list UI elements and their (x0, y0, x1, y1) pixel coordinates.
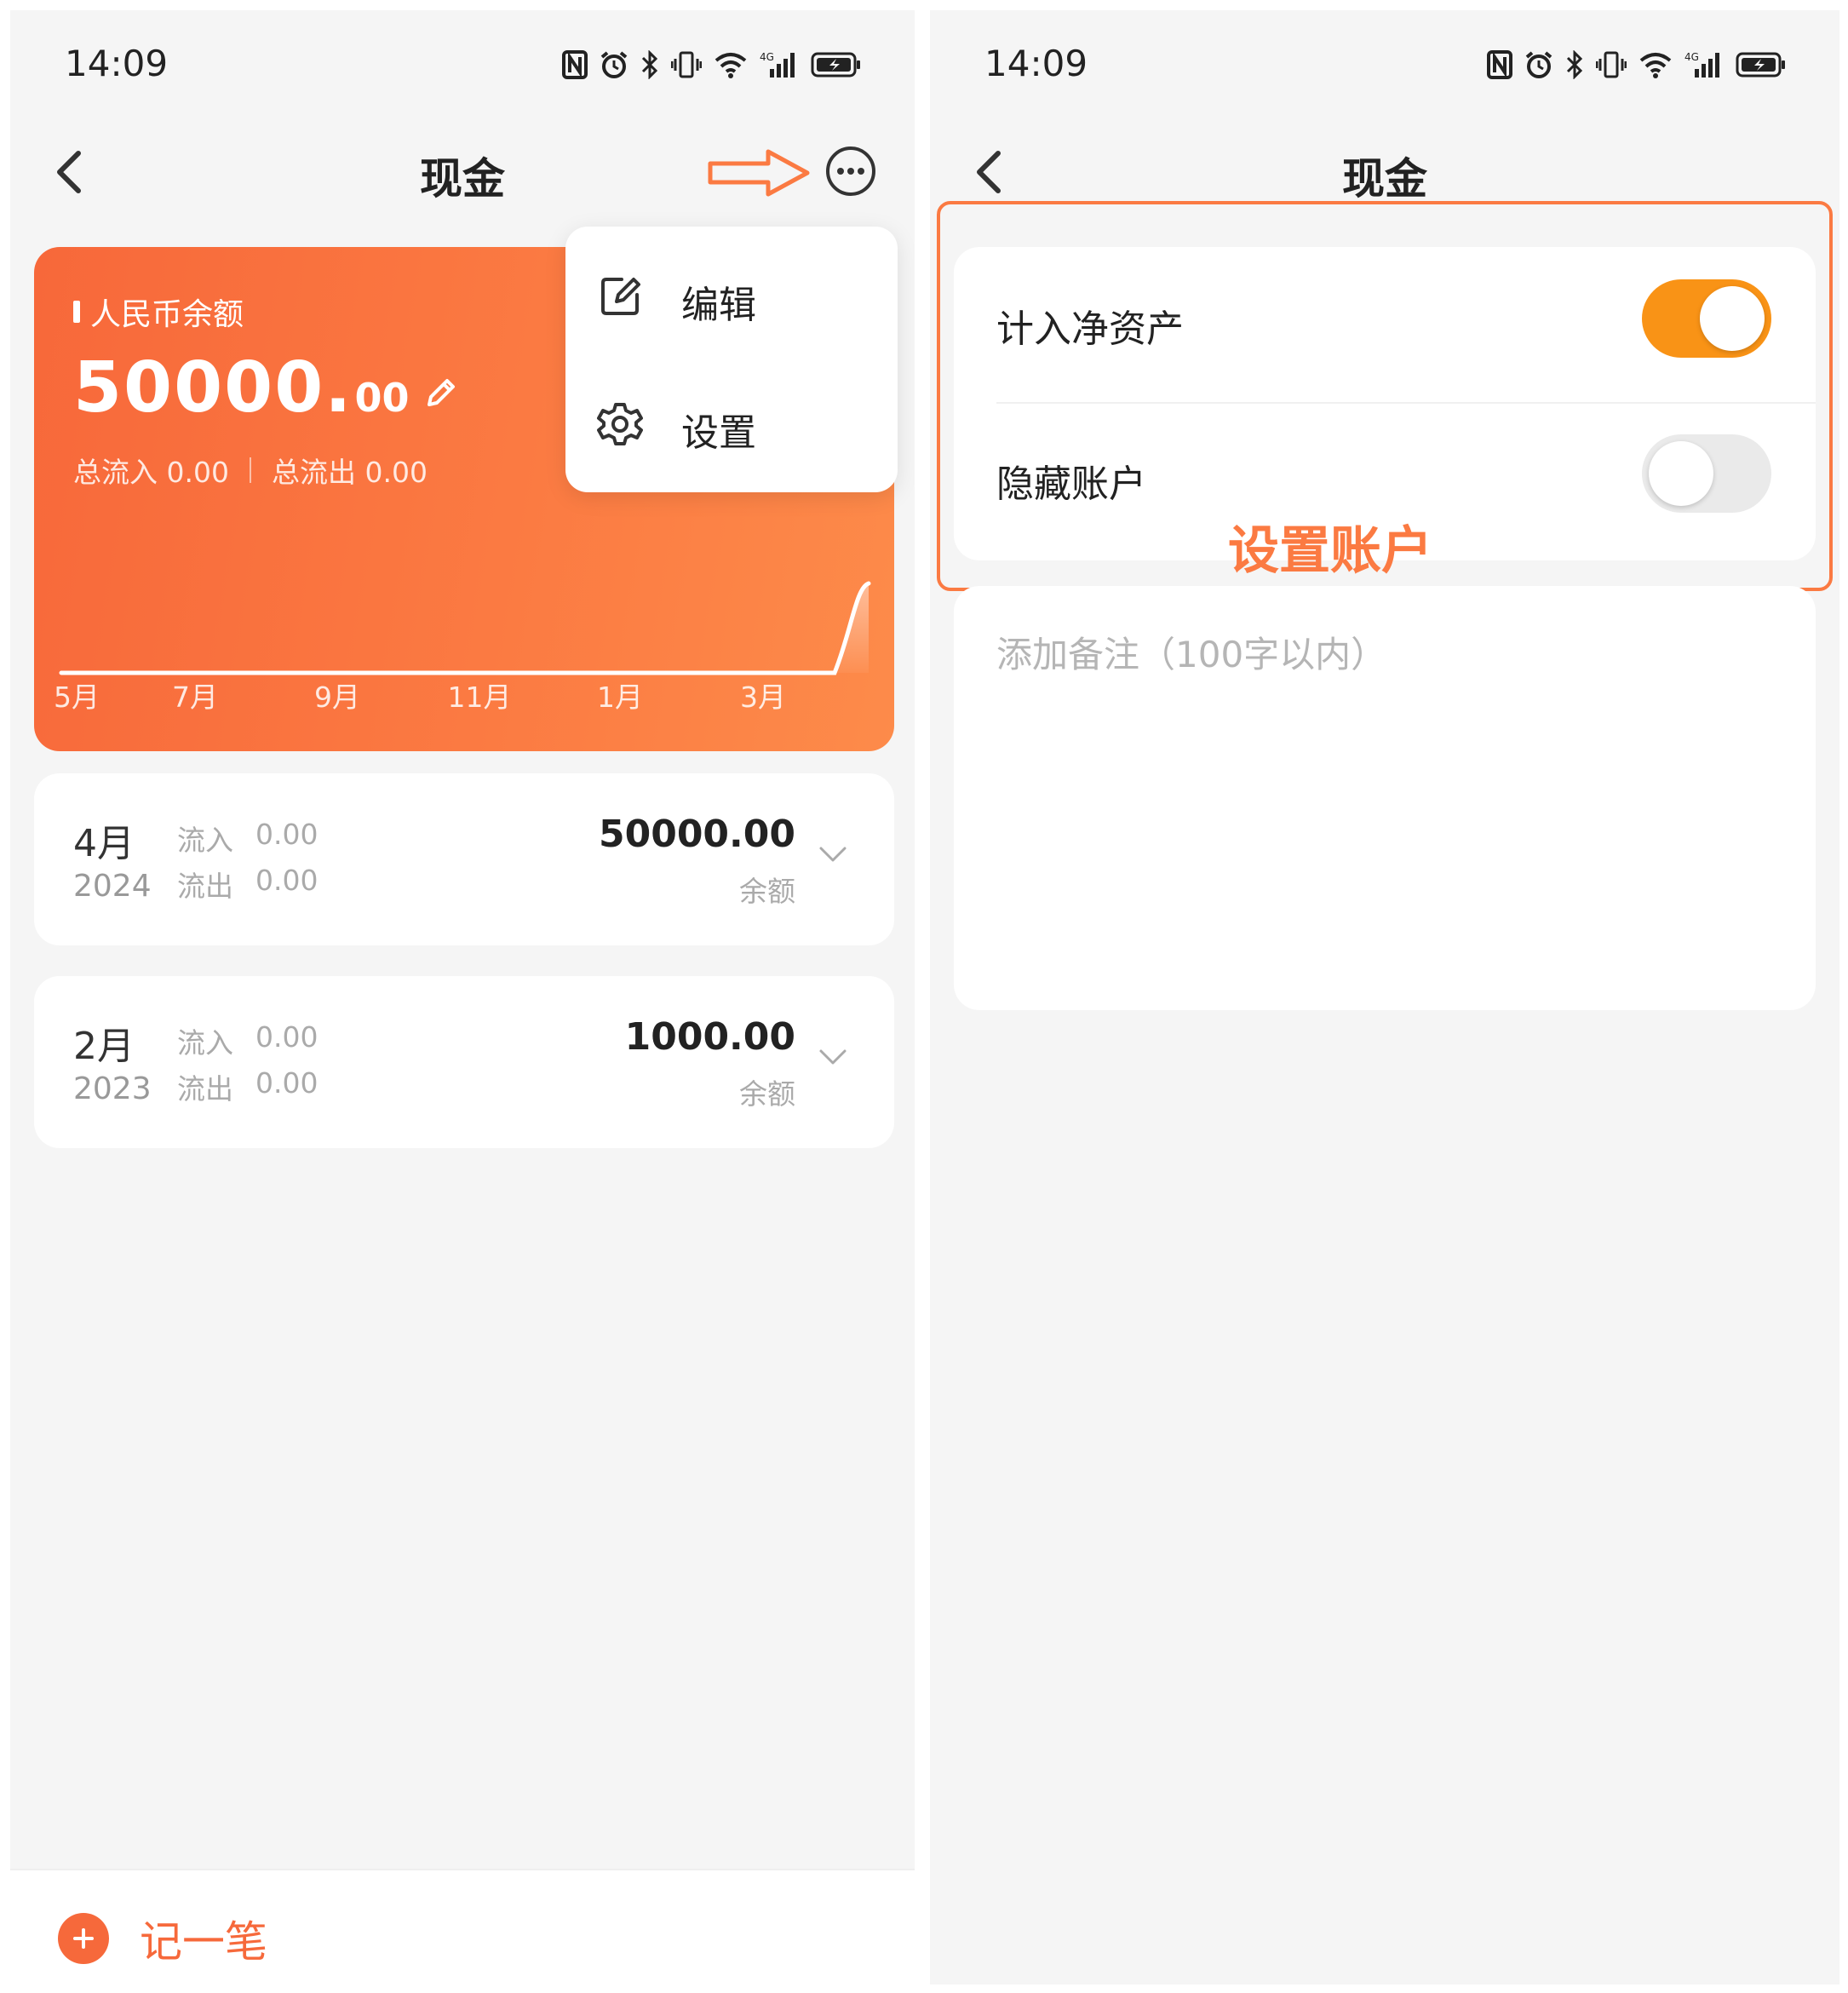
balance-label-text: 人民币余额 (90, 297, 244, 332)
total-flows: 总流入 0.00 总流出 0.00 (73, 450, 428, 491)
status-icons: 4G (1487, 48, 1787, 82)
wifi-icon (1639, 53, 1672, 78)
alarm-icon (1525, 51, 1552, 78)
chart-tick-label: 9月 (314, 681, 360, 714)
balance-amount-integer: 50000. (73, 347, 353, 428)
menu-item-settings[interactable]: 设置 (565, 359, 898, 487)
wifi-icon (715, 53, 747, 78)
page-title: 现金 (1342, 154, 1427, 204)
row-outflow-value: 0.00 (255, 864, 319, 897)
chart-tick-label: 7月 (172, 681, 218, 714)
balance-amount-decimal: 00 (354, 375, 410, 421)
row-balance: 50000.00 (598, 813, 795, 856)
month-summary-row[interactable]: 4月 2024 流入 0.00 流出 0.00 50000.00 余额 (34, 773, 894, 945)
chart-tick-label: 3月 (740, 681, 786, 714)
row-balance-label: 余额 (739, 1077, 795, 1111)
chart-tick-label: 11月 (447, 681, 512, 714)
note-card (954, 586, 1816, 1010)
flow-separator (249, 457, 251, 483)
signal-icon: 4G (760, 51, 795, 78)
label-bar (73, 301, 80, 323)
battery-icon (811, 52, 860, 78)
chevron-down-icon[interactable] (816, 841, 850, 867)
add-record-label: 记一笔 (140, 1917, 267, 1967)
row-balance-label: 余额 (739, 875, 795, 908)
account-detail-screen: 14:09 4G 现金 人民币余额 50000. 00 总流入 0.00 总流出… (10, 10, 915, 1984)
nfc-icon (562, 50, 588, 79)
plus-circle-icon (58, 1913, 109, 1964)
row-balance: 1000.00 (624, 1015, 795, 1059)
more-options-button[interactable] (824, 145, 877, 198)
annotation-label: 设置账户 (1228, 521, 1432, 581)
battery-icon (1736, 52, 1785, 78)
edit-balance-pencil-icon[interactable] (422, 374, 460, 411)
row-inflow-value: 0.00 (255, 1020, 319, 1054)
note-input[interactable] (996, 634, 1763, 675)
alarm-icon (600, 51, 628, 78)
edit-icon (601, 278, 640, 315)
chevron-down-icon[interactable] (816, 1044, 850, 1070)
status-time: 14:09 (984, 43, 1088, 84)
chart-tick-label: 5月 (54, 681, 100, 714)
balance-amount: 50000. 00 (73, 347, 460, 428)
bluetooth-icon (1566, 50, 1583, 79)
nfc-icon (1487, 50, 1512, 79)
menu-item-label: 编辑 (681, 284, 756, 327)
row-outflow-value: 0.00 (255, 1066, 319, 1100)
balance-label: 人民币余额 (73, 290, 244, 334)
annotation-arrow-icon (708, 149, 810, 197)
row-inflow-label: 流入 (177, 824, 233, 857)
vibrate-icon (1596, 51, 1627, 78)
menu-item-edit[interactable]: 编辑 (565, 232, 898, 359)
row-inflow-label: 流入 (177, 1026, 233, 1060)
status-bar: 14:09 4G (10, 10, 915, 104)
row-month: 2月 (73, 1025, 135, 1068)
account-settings-screen: 14:09 4G 现金 计入净资产 隐藏账户 设置账户 (930, 10, 1839, 1984)
status-bar: 14:09 4G (930, 10, 1839, 104)
total-inflow: 总流入 0.00 (73, 456, 229, 489)
gear-icon (597, 403, 643, 445)
row-month: 4月 (73, 822, 135, 865)
nav-bar: 现金 (10, 121, 915, 223)
status-time: 14:09 (65, 43, 169, 84)
svg-text:4G: 4G (1684, 51, 1699, 63)
row-year: 2023 (73, 1071, 152, 1106)
vibrate-icon (671, 51, 702, 78)
add-record-button[interactable]: 记一笔 (58, 1908, 267, 1969)
trend-line (59, 581, 871, 675)
row-outflow-label: 流出 (177, 1072, 233, 1106)
month-summary-row[interactable]: 2月 2023 流入 0.00 流出 0.00 1000.00 余额 (34, 976, 894, 1148)
bluetooth-icon (641, 50, 658, 79)
bottom-bar: 记一笔 (10, 1869, 915, 1984)
row-year: 2024 (73, 869, 152, 904)
row-outflow-label: 流出 (177, 870, 233, 903)
options-popup-menu: 编辑 设置 (565, 227, 898, 492)
signal-icon: 4G (1684, 51, 1719, 78)
chart-tick-label: 1月 (597, 681, 643, 714)
status-icons: 4G (562, 48, 862, 82)
svg-text:4G: 4G (760, 51, 774, 63)
menu-item-label: 设置 (681, 411, 756, 455)
total-outflow: 总流出 0.00 (271, 456, 428, 489)
row-inflow-value: 0.00 (255, 818, 319, 851)
